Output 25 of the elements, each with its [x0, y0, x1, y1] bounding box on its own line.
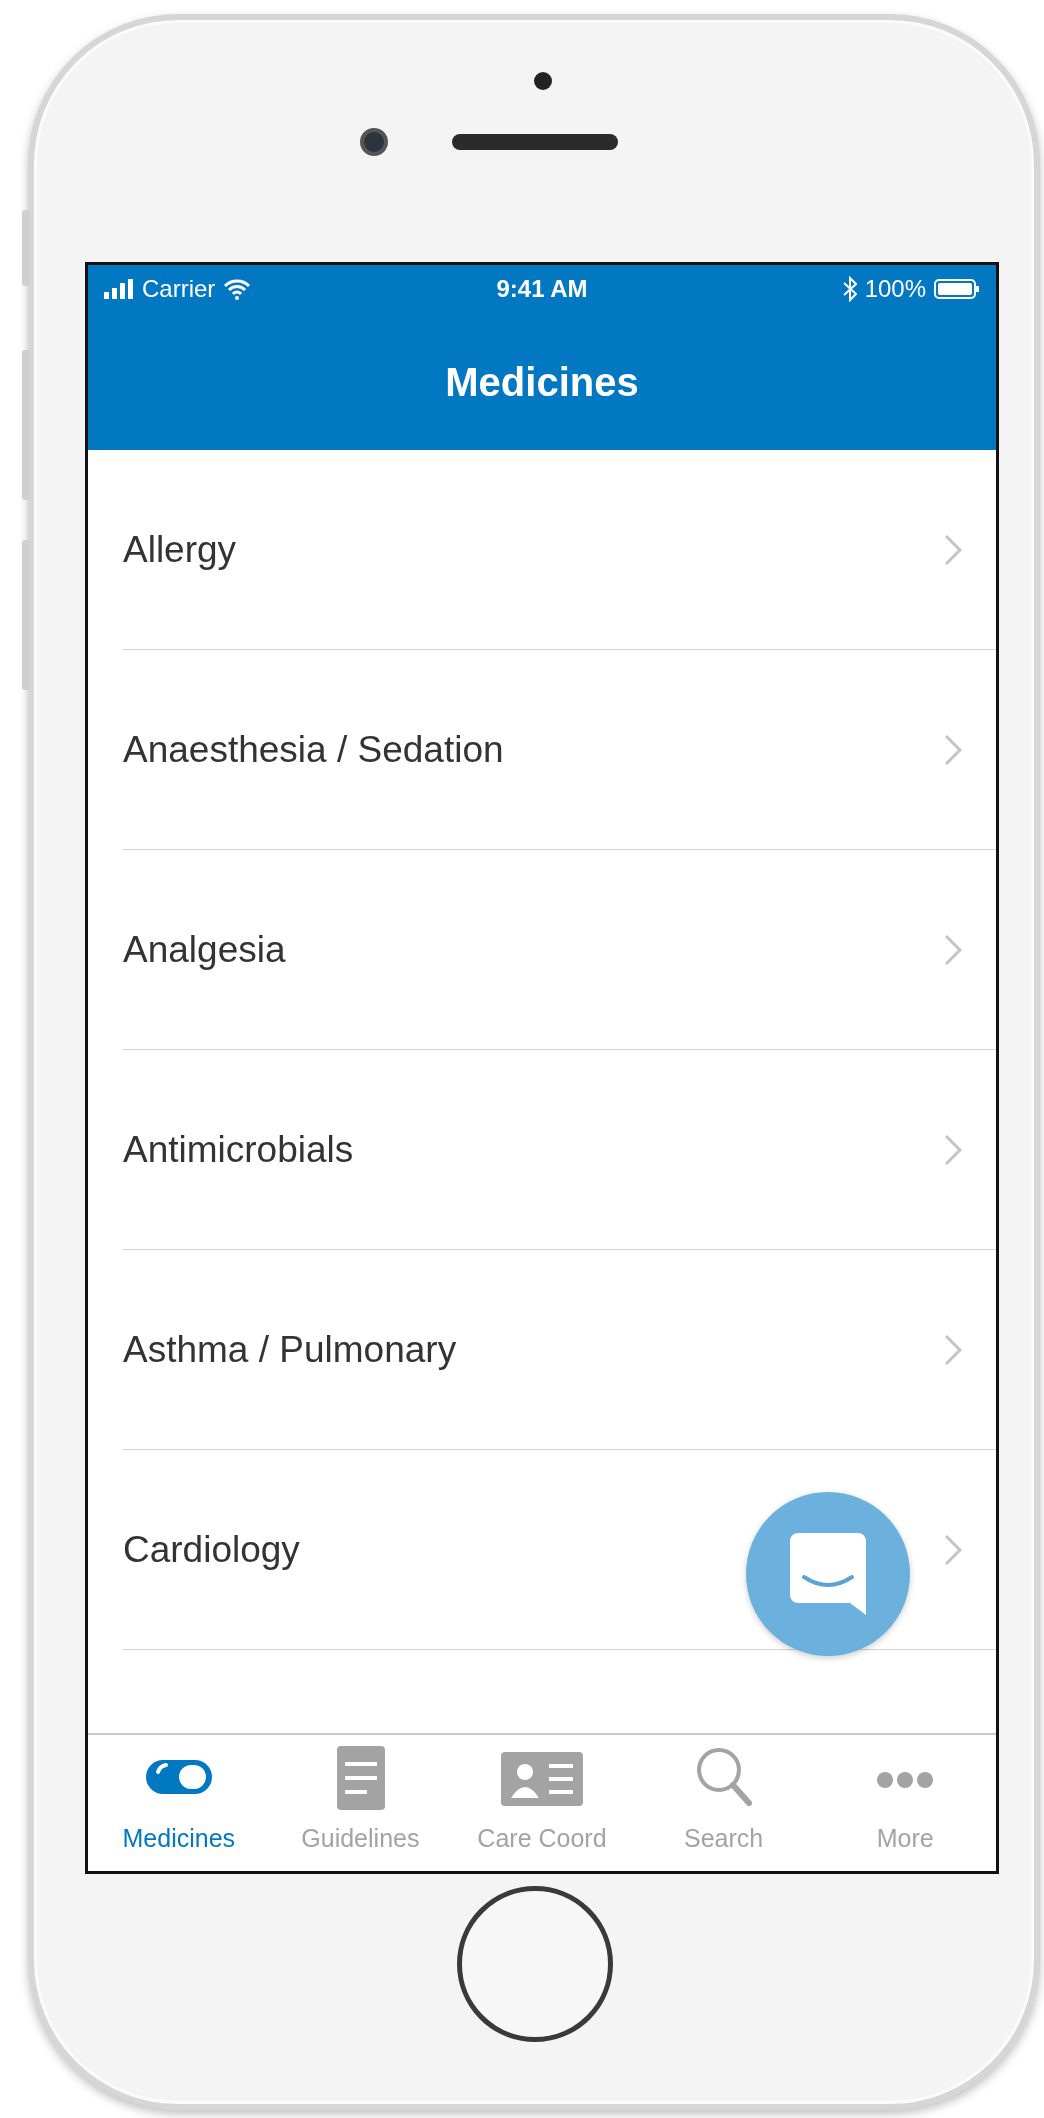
signal-icon [104, 279, 134, 299]
chevron-icon [944, 1333, 962, 1366]
chevron-icon [944, 533, 962, 566]
list-item[interactable]: Antimicrobials [88, 1050, 996, 1249]
chat-smile-icon [790, 1533, 866, 1615]
screen-title: Medicines [445, 358, 639, 406]
status-time: 9:41 AM [496, 274, 588, 304]
carrier-label: Carrier [142, 274, 216, 304]
chevron-icon [944, 1133, 962, 1166]
chevron-icon [944, 733, 962, 766]
battery-percent: 100% [864, 274, 926, 304]
list-item[interactable]: Anaesthesia / Sedation [88, 650, 996, 849]
bluetooth-icon [842, 276, 857, 302]
list-item[interactable]: Asthma / Pulmonary [88, 1250, 996, 1449]
list-item[interactable]: Cardiology [88, 1450, 996, 1649]
list-item[interactable]: Allergy [88, 450, 996, 649]
chevron-icon [944, 1533, 962, 1566]
chevron-icon [944, 933, 962, 966]
list-item[interactable]: Analgesia [88, 850, 996, 1049]
battery-icon [934, 279, 980, 299]
wifi-icon [223, 278, 252, 300]
camera-lens [360, 128, 388, 156]
tab[interactable]: Medicines [88, 1735, 270, 1871]
more-icon [877, 1771, 934, 1788]
sensor-dot [534, 72, 552, 90]
